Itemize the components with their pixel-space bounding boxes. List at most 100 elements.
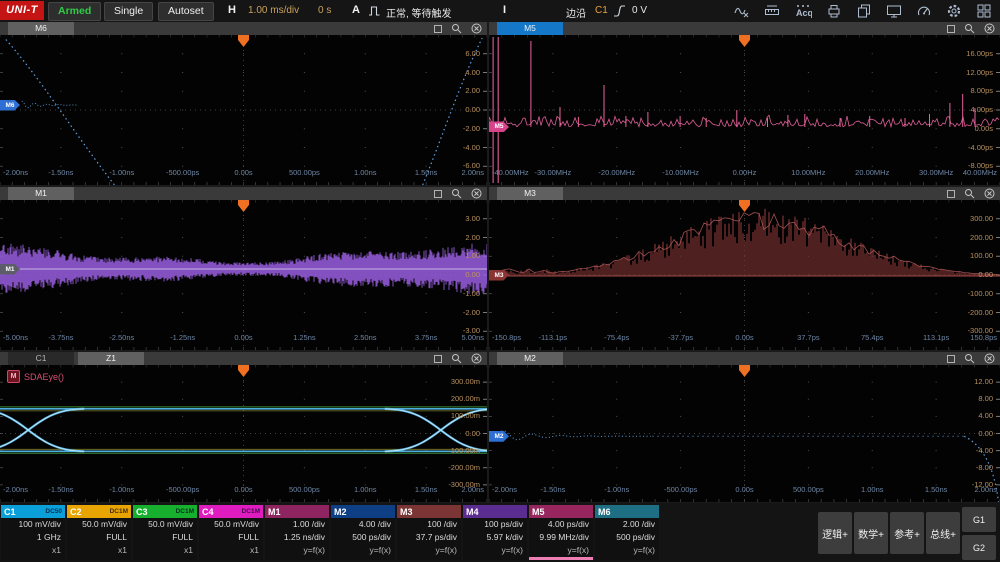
waveform-area-EYE[interactable]: -2.00ns-1.50ns-1.00ns-500.00ps0.00s500.0…: [0, 365, 487, 502]
channel-card-M6[interactable]: M62.00 /div500 ps/divy=f(x): [595, 505, 659, 560]
channel-card-M5[interactable]: M54.00 ps/div9.99 MHz/divy=f(x): [529, 505, 593, 560]
panel-select-checkbox[interactable]: [947, 190, 955, 198]
window-layout-icon[interactable]: [976, 3, 992, 19]
add-menu-button-3[interactable]: 参考+: [890, 512, 924, 554]
panel-select-checkbox[interactable]: [434, 355, 442, 363]
zoom-icon[interactable]: [964, 353, 975, 364]
add-menu-button-1[interactable]: 逻辑+: [818, 512, 852, 554]
group-button-G2[interactable]: G2: [962, 535, 996, 560]
math-function-icon: M: [7, 370, 20, 383]
waveform-area-M6[interactable]: -2.00ns-1.50ns-1.00ns-500.00ps0.00s500.0…: [0, 35, 487, 185]
waveform-area-M3[interactable]: -150.8ps-113.1ps-75.4ps-37.7ps0.00s37.7p…: [489, 200, 1000, 350]
single-button[interactable]: Single: [104, 2, 153, 21]
channel-card-M3[interactable]: M3100 /div37.7 ps/divy=f(x): [397, 505, 461, 560]
close-icon[interactable]: [471, 188, 482, 199]
settings-gear-icon[interactable]: [946, 3, 962, 19]
x-tick-label: -40.00MHz: [492, 168, 529, 177]
timebase-readout[interactable]: 1.00 ms/div: [248, 5, 299, 16]
x-tick-label: -20.00MHz: [598, 168, 635, 177]
print-icon[interactable]: [826, 3, 842, 19]
close-icon[interactable]: [471, 353, 482, 364]
x-tick-label: 1.50ns: [415, 485, 438, 494]
y-tick-label: 0.00: [465, 270, 480, 279]
armed-status-button[interactable]: Armed: [48, 2, 101, 21]
panel-M6: M6-2.00ns-1.50ns-1.00ns-500.00ps0.00s500…: [0, 22, 487, 185]
group-button-G1[interactable]: G1: [962, 507, 996, 532]
channel-card-C4[interactable]: C4DC1M50.0 mV/divFULLx1: [199, 505, 263, 560]
close-icon[interactable]: [984, 188, 995, 199]
waveform-area-M2[interactable]: -2.00ns-1.50ns-1.00ns-500.00ps0.00s500.0…: [489, 365, 1000, 502]
channel-setting-row: 37.7 ps/div: [397, 531, 461, 544]
trigger-level-readout[interactable]: 0 V: [632, 5, 647, 16]
y-tick-label: 4.00: [978, 411, 993, 420]
close-icon[interactable]: [471, 23, 482, 34]
x-tick-label: -2.00ns: [492, 485, 517, 494]
channel-setting-row: FULL: [199, 531, 263, 544]
trigger-type-readout[interactable]: 边沿: [566, 5, 586, 20]
channel-card-M4[interactable]: M4100 ps/div5.97 k/divy=f(x): [463, 505, 527, 560]
panel-select-checkbox[interactable]: [434, 190, 442, 198]
x-tick-label: -1.00ns: [109, 168, 134, 177]
zoom-icon[interactable]: [451, 23, 462, 34]
y-tick-label: 0.00: [465, 429, 480, 438]
close-icon[interactable]: [984, 23, 995, 34]
trigger-source-readout[interactable]: C1: [595, 5, 608, 16]
tab-M3[interactable]: M3: [497, 187, 563, 200]
tab-M2[interactable]: M2: [497, 352, 563, 365]
channel-name: M4: [466, 507, 479, 517]
measure-icon[interactable]: [764, 3, 780, 19]
x-tick-label: -30.00MHz: [535, 168, 572, 177]
x-tick-label: 0.00s: [234, 485, 252, 494]
display-icon[interactable]: [886, 3, 902, 19]
close-icon[interactable]: [984, 353, 995, 364]
waveform-area-M1[interactable]: -5.00ns-3.75ns-2.50ns-1.25ns0.00s1.25ns2…: [0, 200, 487, 350]
performance-icon[interactable]: [916, 3, 932, 19]
y-tick-label: -8.00ps: [968, 161, 993, 170]
y-tick-label: 100.00: [970, 251, 993, 260]
x-tick-label: 20.00MHz: [855, 168, 889, 177]
horizontal-offset-readout[interactable]: 0 s: [318, 5, 331, 16]
zoom-icon[interactable]: [451, 188, 462, 199]
x-tick-label: 113.1ps: [923, 333, 949, 342]
panel-EYE: C1Z1-2.00ns-1.50ns-1.00ns-500.00ps0.00s5…: [0, 352, 487, 502]
channel-setting-row: 50.0 mV/div: [133, 518, 197, 531]
add-menu-button-4[interactable]: 总线+: [926, 512, 960, 554]
add-menu-button-2[interactable]: 数学+: [854, 512, 888, 554]
channel-card-M1[interactable]: M11.00 /div1.25 ns/divy=f(x): [265, 505, 329, 560]
channel-setting-row: 9.99 MHz/div: [529, 531, 593, 544]
acquire-icon[interactable]: Acq: [794, 3, 812, 19]
channel-setting-row: 100 ps/div: [463, 518, 527, 531]
waveform-cursor-icon[interactable]: [734, 3, 750, 19]
x-tick-label: 1.25ns: [293, 333, 316, 342]
zoom-icon[interactable]: [964, 188, 975, 199]
channel-card-C3[interactable]: C3DC1M50.0 mV/divFULLx1: [133, 505, 197, 560]
x-tick-label: 2.50ns: [354, 333, 377, 342]
panel-select-checkbox[interactable]: [947, 25, 955, 33]
channel-card-M2[interactable]: M24.00 /div500 ps/divy=f(x): [331, 505, 395, 560]
zoom-icon[interactable]: [964, 23, 975, 34]
y-tick-label: 2.00: [465, 233, 480, 242]
uni-t-logo: UNI-T: [0, 1, 44, 20]
tab-Z1[interactable]: Z1: [78, 352, 144, 365]
panel-tabstrip-EYE: C1 Z1: [0, 352, 487, 365]
tab-M6[interactable]: M6: [8, 22, 74, 35]
zoom-icon[interactable]: [451, 353, 462, 364]
autoset-button[interactable]: Autoset: [158, 2, 214, 21]
file-manager-icon[interactable]: [856, 3, 872, 19]
panel-select-checkbox[interactable]: [434, 25, 442, 33]
channel-setting-row: y=f(x): [265, 544, 329, 557]
channel-setting-row: 500 ps/div: [595, 531, 659, 544]
panel-select-checkbox[interactable]: [947, 355, 955, 363]
channel-card-C2[interactable]: C2DC1M50.0 mV/divFULLx1: [67, 505, 131, 560]
channel-name: M6: [598, 507, 611, 517]
channel-setting-row: FULL: [67, 531, 131, 544]
x-tick-label: -2.00ns: [3, 168, 28, 177]
tab-M1[interactable]: M1: [8, 187, 74, 200]
tab-C1[interactable]: C1: [8, 352, 74, 365]
channel-card-C1[interactable]: C1DC50100 mV/div1 GHzx1: [1, 505, 65, 560]
channel-bar: C1DC50100 mV/div1 GHzx1C2DC1M50.0 mV/div…: [0, 503, 1000, 562]
x-tick-label: 500.00ps: [289, 485, 320, 494]
tab-M5[interactable]: M5: [497, 22, 563, 35]
panel-header-icons: [434, 23, 482, 34]
waveform-area-M5[interactable]: -40.00MHz-30.00MHz-20.00MHz-10.00MHz0.00…: [489, 35, 1000, 185]
